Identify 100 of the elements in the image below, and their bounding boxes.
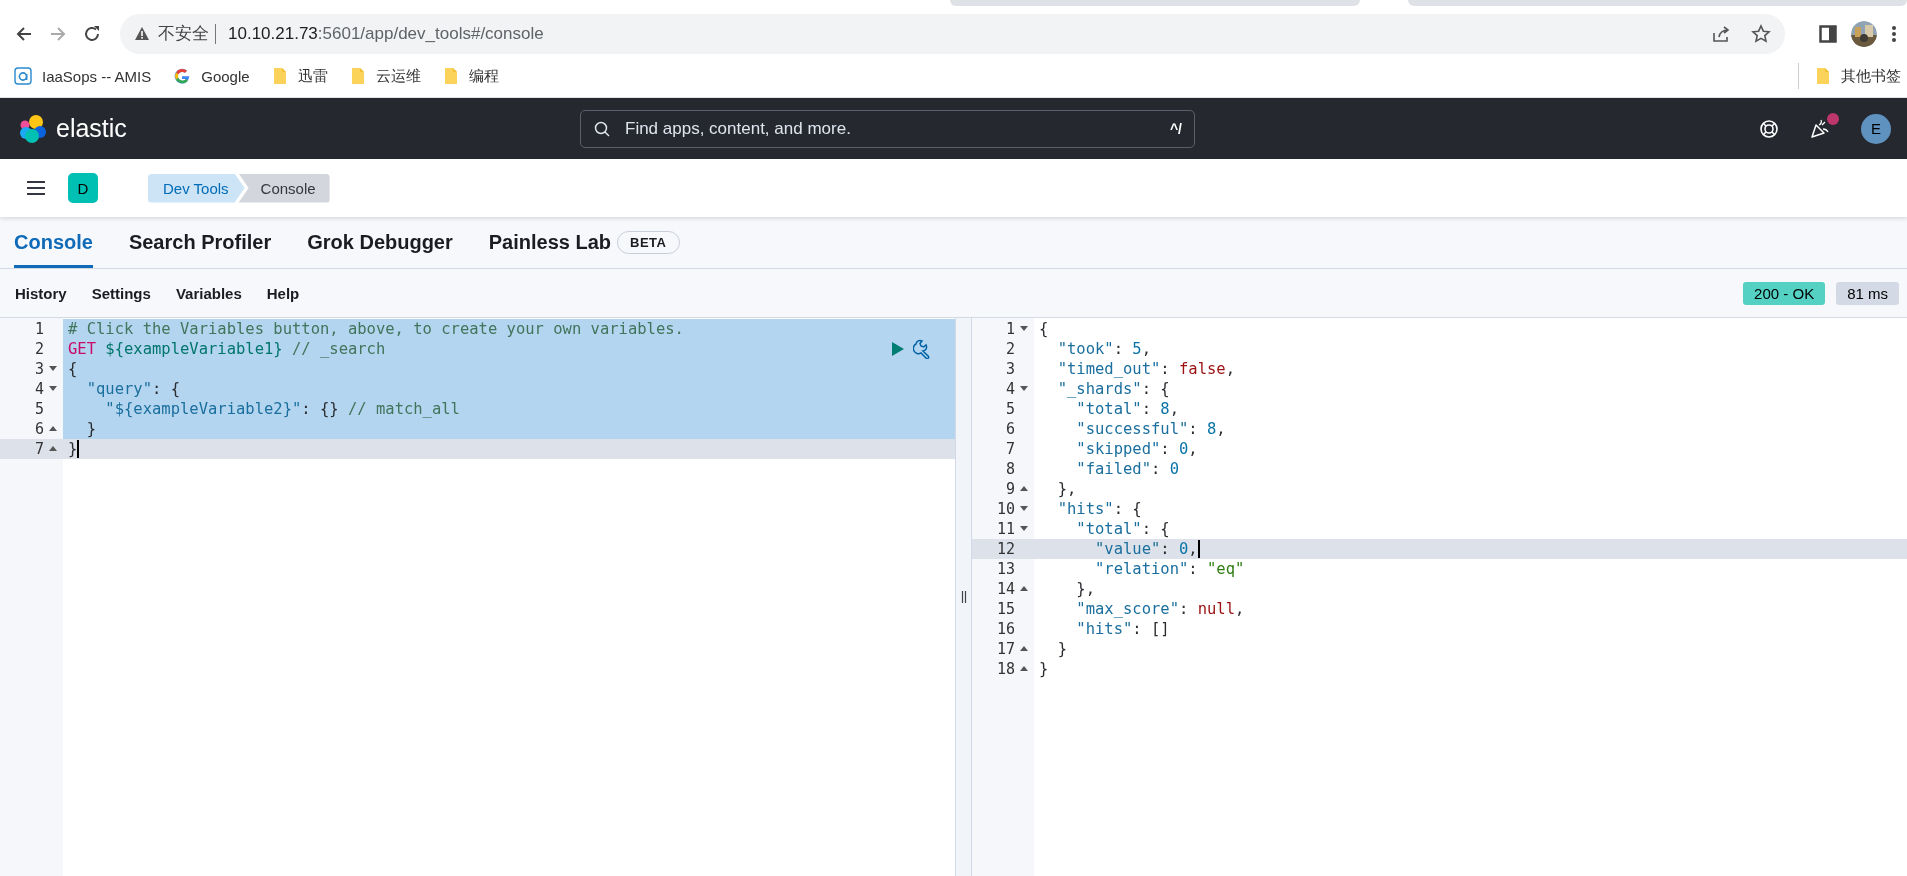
- toolbar-link[interactable]: Variables: [175, 284, 242, 302]
- code-line: "value": 0,: [1094, 539, 1198, 559]
- code-line: }: [68, 439, 78, 459]
- text-cursor: [77, 440, 80, 458]
- line-number: 6: [1005, 419, 1015, 439]
- folder-icon: [271, 67, 288, 85]
- code-line: },: [1075, 579, 1095, 599]
- line-number: 1: [34, 319, 44, 339]
- bookmark[interactable]: 迅雷: [271, 66, 328, 86]
- line-number: 4: [1005, 379, 1015, 399]
- line-number: 14: [996, 579, 1015, 599]
- fold-arrow-icon[interactable]: [1020, 526, 1028, 532]
- tab[interactable]: Painless Lab: [488, 217, 612, 268]
- address-bar[interactable]: 不安全 10.10.21.73:5601/app/dev_tools#/console: [120, 13, 1785, 54]
- line-number: 11: [996, 519, 1015, 539]
- line-number: 7: [34, 439, 44, 459]
- fold-arrow-icon[interactable]: [1020, 586, 1028, 592]
- line-number: 10: [996, 499, 1015, 519]
- code-line: "total": 8,: [1075, 399, 1179, 419]
- fold-arrow-icon[interactable]: [1020, 506, 1028, 512]
- elastic-logo-icon[interactable]: [18, 113, 48, 144]
- bookmark[interactable]: Google: [173, 67, 250, 85]
- status-badge: 200 - OK: [1743, 281, 1826, 305]
- code-line: }: [85, 419, 96, 439]
- code-line: "${exampleVariable2}": {} // match_all: [104, 399, 460, 419]
- menu-icon[interactable]: [26, 180, 46, 196]
- reload-icon[interactable]: [82, 23, 102, 44]
- play-icon[interactable]: [891, 341, 905, 357]
- bookmark[interactable]: 其他书签: [1815, 66, 1901, 86]
- folder-icon: [1815, 67, 1831, 85]
- user-avatar[interactable]: E: [1861, 113, 1891, 144]
- folder-icon: [442, 67, 459, 85]
- fold-arrow-icon[interactable]: [1020, 646, 1028, 652]
- code-line: "timed_out": false,: [1056, 359, 1235, 379]
- line-number: 2: [1005, 339, 1015, 359]
- breadcrumb[interactable]: Dev Tools: [148, 173, 245, 203]
- code-line: },: [1056, 479, 1077, 499]
- fold-arrow-icon[interactable]: [49, 426, 57, 432]
- fold-arrow-icon[interactable]: [1020, 666, 1028, 672]
- warning-icon: [134, 25, 150, 42]
- line-number: 17: [996, 639, 1015, 659]
- site-icon: [14, 67, 32, 85]
- code-line: "took": 5,: [1056, 339, 1151, 359]
- line-number: 13: [996, 559, 1015, 579]
- text-cursor: [1197, 540, 1200, 558]
- code-line: "total": {: [1075, 519, 1170, 539]
- code-line: "hits": []: [1075, 619, 1170, 639]
- shortcut-hint: ^/: [1169, 120, 1182, 137]
- search-icon: [593, 119, 611, 138]
- toolbar-link[interactable]: Settings: [91, 284, 151, 302]
- url-text: 10.10.21.73:5601/app/dev_tools#/console: [228, 23, 544, 44]
- bookmark[interactable]: 云运维: [349, 66, 421, 86]
- fold-arrow-icon[interactable]: [1020, 486, 1028, 492]
- search-input[interactable]: Find apps, content, and more.: [623, 117, 1158, 140]
- fold-arrow-icon[interactable]: [49, 366, 57, 372]
- line-number: 8: [1005, 459, 1015, 479]
- code-line: "query": {: [85, 379, 180, 399]
- fold-arrow-icon[interactable]: [49, 386, 57, 392]
- party-popper-icon[interactable]: [1809, 118, 1831, 139]
- line-number: 5: [1005, 399, 1015, 419]
- code-editor[interactable]: { "took": 5, "timed_out": false, "_shards": { "total": 8, "successful": 8, "skipped": 0, "failed": 0 }, "hits": { "total": { "value": 0, "relation": "eq" }, "max_score": null, "hits": [] } }: [1034, 318, 1907, 876]
- line-number: 16: [996, 619, 1015, 639]
- line-number: 12: [996, 539, 1015, 559]
- bookmark[interactable]: 编程: [442, 66, 499, 86]
- toolbar-link[interactable]: Help: [266, 284, 300, 302]
- code-line: "relation": "eq": [1094, 559, 1245, 579]
- code-line: }: [1039, 659, 1049, 679]
- tab[interactable]: Search Profiler: [128, 217, 272, 268]
- share-icon[interactable]: [1711, 23, 1731, 44]
- code-line: {: [1039, 319, 1049, 339]
- line-number: 18: [996, 659, 1015, 679]
- more-icon[interactable]: [1891, 24, 1897, 43]
- fold-arrow-icon[interactable]: [1020, 326, 1028, 332]
- star-icon[interactable]: [1751, 23, 1771, 44]
- search-field[interactable]: Find apps, content, and more. ^/: [580, 109, 1195, 148]
- help-icon[interactable]: [1759, 118, 1779, 139]
- code-line: "_shards": {: [1056, 379, 1170, 399]
- line-number: 3: [34, 359, 44, 379]
- code-line: "hits": {: [1056, 499, 1142, 519]
- logo-text: elastic: [56, 114, 127, 143]
- side-panel-icon[interactable]: [1819, 24, 1837, 43]
- space-avatar[interactable]: D: [68, 173, 98, 203]
- bookmark[interactable]: IaaSops -- AMIS: [14, 67, 152, 85]
- fold-arrow-icon[interactable]: [49, 446, 57, 452]
- code-line: GET ${exampleVariable1} // _search: [68, 339, 386, 359]
- security-label: 不安全: [158, 23, 209, 45]
- tab[interactable]: Grok Debugger: [307, 217, 453, 268]
- code-line: }: [1056, 639, 1067, 659]
- line-number: 4: [34, 379, 44, 399]
- code-line: # Click the Variables button, above, to create your own variables.: [68, 319, 684, 339]
- code-line: "successful": 8,: [1075, 419, 1226, 439]
- code-line: "max_score": null,: [1075, 599, 1245, 619]
- toolbar-link[interactable]: History: [15, 284, 67, 302]
- code-editor[interactable]: # Click the Variables button, above, to create your own variables. GET ${exampleVariable1} // _search { "query": { "${exampleVariable2}": {} // match_all } }: [63, 318, 955, 876]
- line-number: 5: [34, 399, 44, 419]
- line-number: 1: [1005, 319, 1015, 339]
- line-number: 2: [34, 339, 44, 359]
- fold-arrow-icon[interactable]: [1020, 386, 1028, 392]
- breadcrumb[interactable]: Console: [238, 173, 330, 203]
- resize-handle-icon[interactable]: [960, 591, 967, 603]
